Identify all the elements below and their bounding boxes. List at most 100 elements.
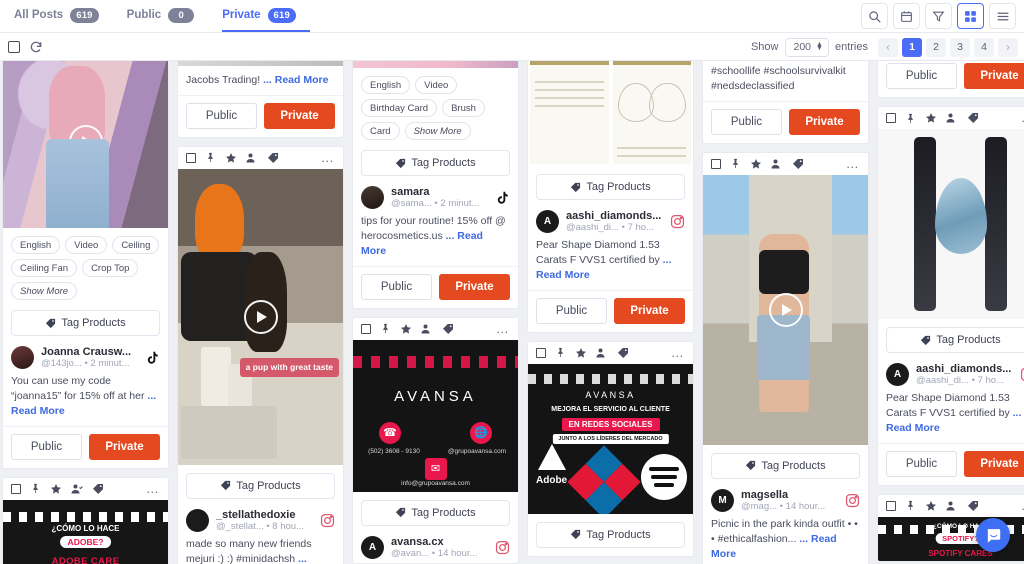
refresh-icon[interactable] xyxy=(29,40,43,54)
post-media-video[interactable] xyxy=(703,174,868,445)
pin-icon[interactable] xyxy=(905,113,916,124)
more-options-button[interactable]: … xyxy=(671,346,685,359)
post-card[interactable]: English Video Birthday Card Brush Card S… xyxy=(352,61,519,309)
pin-icon[interactable] xyxy=(205,152,216,163)
post-card[interactable]: … Tag Products A aashi_diamonds... @aash… xyxy=(877,106,1024,486)
show-more-tags-button[interactable]: Show More xyxy=(11,282,78,300)
more-options-button[interactable]: … xyxy=(146,482,160,495)
play-icon[interactable] xyxy=(768,292,803,327)
card-select-checkbox[interactable] xyxy=(361,323,371,334)
post-media-image[interactable]: AVANSA ☎ (502) 3608 - 9130 🌐 @grupoavans… xyxy=(353,339,518,492)
tag-icon[interactable] xyxy=(967,500,979,512)
calendar-button[interactable] xyxy=(893,3,920,29)
card-select-checkbox[interactable] xyxy=(711,158,721,169)
post-card[interactable]: English Video Ceiling Ceiling Fan Crop T… xyxy=(2,61,169,469)
more-options-button[interactable]: … xyxy=(496,322,510,335)
page-prev-button[interactable]: ‹ xyxy=(878,37,898,57)
select-all-checkbox[interactable] xyxy=(8,40,20,53)
post-card[interactable]: #schoollife #schoolsurvivalkit #nedsdecl… xyxy=(702,61,869,144)
tag-products-button[interactable]: Tag Products xyxy=(361,499,510,526)
private-button[interactable]: Private xyxy=(89,433,160,460)
tag-chip[interactable]: Ceiling Fan xyxy=(11,259,78,277)
tag-products-button[interactable]: Tag Products xyxy=(186,472,335,499)
star-icon[interactable] xyxy=(925,500,937,512)
post-grid[interactable]: English Video Ceiling Ceiling Fan Crop T… xyxy=(0,61,1024,564)
tag-chip[interactable]: English xyxy=(11,236,61,254)
tag-products-button[interactable]: Tag Products xyxy=(886,327,1024,353)
more-options-button[interactable]: … xyxy=(321,151,335,164)
tag-chip[interactable]: Video xyxy=(415,76,458,94)
public-button[interactable]: Public xyxy=(886,450,957,477)
tag-icon[interactable] xyxy=(267,152,279,164)
page-next-button[interactable]: › xyxy=(998,37,1018,57)
post-media-image[interactable]: ¿CÓMO LO HACE ADOBE? ADOBE CARE xyxy=(3,499,168,564)
assign-user-icon[interactable] xyxy=(946,112,958,124)
tag-chip[interactable]: Crop Top xyxy=(82,259,139,277)
pin-icon[interactable] xyxy=(555,347,566,358)
play-icon[interactable] xyxy=(68,125,103,159)
pin-icon[interactable] xyxy=(905,500,916,511)
assign-user-icon[interactable] xyxy=(71,483,83,495)
card-select-checkbox[interactable] xyxy=(11,483,21,494)
assign-user-icon[interactable] xyxy=(421,323,433,335)
assign-user-icon[interactable] xyxy=(596,347,608,359)
show-more-tags-button[interactable]: Show More xyxy=(404,122,471,140)
post-author[interactable]: A aashi_diamonds... @aashi_di... • 7 ho.… xyxy=(528,208,693,237)
star-icon[interactable] xyxy=(925,112,937,124)
tag-products-button[interactable]: Tag Products xyxy=(536,521,685,548)
post-media-image[interactable]: AVANSA MEJORA EL SERVICIO AL CLIENTE EN … xyxy=(528,363,693,514)
tag-icon[interactable] xyxy=(967,112,979,124)
star-icon[interactable] xyxy=(50,483,62,495)
read-more-link[interactable]: ... Read More xyxy=(263,74,328,86)
page-1-button[interactable]: 1 xyxy=(902,37,922,57)
post-card[interactable]: Public Private xyxy=(877,61,1024,98)
tag-products-button[interactable]: Tag Products xyxy=(711,452,860,479)
tab-public[interactable]: Public 0 xyxy=(127,0,209,32)
assign-user-icon[interactable] xyxy=(246,152,258,164)
post-card[interactable]: … ¿CÓMO LO HACE ADOBE? ADOBE CARE xyxy=(2,476,169,564)
card-select-checkbox[interactable] xyxy=(886,113,896,123)
private-button[interactable]: Private xyxy=(439,273,510,300)
private-button[interactable]: Private xyxy=(264,102,335,129)
search-button[interactable] xyxy=(861,3,888,29)
post-author[interactable]: _stellathedoxie @_stellat... • 8 hou... xyxy=(178,507,343,536)
tab-private[interactable]: Private 619 xyxy=(222,0,310,32)
post-media-image[interactable] xyxy=(878,129,1024,319)
star-icon[interactable] xyxy=(750,158,762,170)
tag-chip[interactable]: Card xyxy=(361,122,400,140)
public-button[interactable]: Public xyxy=(886,63,957,89)
chat-support-button[interactable] xyxy=(976,518,1010,552)
assign-user-icon[interactable] xyxy=(946,500,958,512)
post-card[interactable]: … Tag Products M magsella @mag... • 14 h… xyxy=(702,151,869,564)
grid-view-button[interactable] xyxy=(957,3,984,29)
post-author[interactable]: A aashi_diamonds... @aashi_di... • 7 ho.… xyxy=(878,361,1024,390)
public-button[interactable]: Public xyxy=(186,102,257,129)
post-card[interactable]: … a pup with great taste Tag Products _s… xyxy=(177,145,344,564)
tag-chip[interactable]: Brush xyxy=(442,99,485,117)
page-4-button[interactable]: 4 xyxy=(974,37,994,57)
public-button[interactable]: Public xyxy=(11,433,82,460)
tag-chip[interactable]: Ceiling xyxy=(112,236,160,254)
public-button[interactable]: Public xyxy=(711,108,782,135)
tag-products-button[interactable]: Tag Products xyxy=(11,310,160,336)
entries-per-page-select[interactable]: 200 ▲ ▼ xyxy=(784,37,829,57)
filter-button[interactable] xyxy=(925,3,952,29)
tag-chip[interactable]: English xyxy=(361,76,411,94)
private-button[interactable]: Private xyxy=(964,450,1024,477)
post-author[interactable]: M magsella @mag... • 14 hour... xyxy=(703,487,868,516)
tag-chip[interactable]: Birthday Card xyxy=(361,99,438,117)
assign-user-icon[interactable] xyxy=(771,158,783,170)
play-icon[interactable] xyxy=(243,299,278,334)
tag-icon[interactable] xyxy=(92,483,104,495)
card-select-checkbox[interactable] xyxy=(536,347,546,358)
private-button[interactable]: Private xyxy=(964,63,1024,89)
tab-all-posts[interactable]: All Posts 619 xyxy=(14,0,113,32)
post-card[interactable]: Jacobs Trading! ... Read More Public Pri… xyxy=(177,61,344,138)
tag-icon[interactable] xyxy=(442,323,454,335)
pin-icon[interactable] xyxy=(380,323,391,334)
star-icon[interactable] xyxy=(400,323,412,335)
pin-icon[interactable] xyxy=(730,158,741,169)
public-button[interactable]: Public xyxy=(536,297,607,324)
post-card[interactable]: Tag Products A aashi_diamonds... @aashi_… xyxy=(527,61,694,333)
post-card[interactable]: … AVANSA ☎ (502) 3608 - 9130 🌐 @grupoava… xyxy=(352,316,519,564)
